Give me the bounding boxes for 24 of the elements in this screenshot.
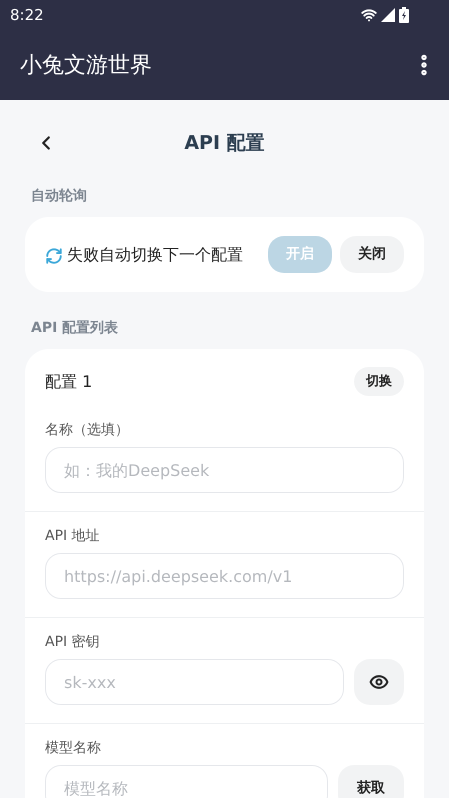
field-label: 名称（选填） [45, 421, 130, 440]
wifi-icon [361, 7, 377, 23]
section-heading: 自动轮询 [31, 187, 88, 206]
status-time: 8:22 [10, 4, 44, 26]
config-name: 配置 1 [45, 370, 92, 392]
text-field[interactable]: 如：我的DeepSeek [45, 447, 404, 493]
switch-button[interactable]: 切换 [354, 367, 404, 396]
section-heading: API 配置列表 [31, 319, 120, 338]
refresh-icon [45, 247, 63, 265]
app-title: 小兔文游世界 [20, 52, 152, 80]
eye-icon [369, 672, 389, 692]
text-field[interactable]: sk-xxx [45, 659, 344, 705]
signal-icon [381, 8, 395, 22]
field-label: 模型名称 [45, 739, 102, 758]
field-label: API 密钥 [45, 633, 101, 652]
fetch-button[interactable]: 获取 [338, 765, 404, 798]
text-field[interactable]: 模型名称 [45, 765, 328, 798]
battery-icon [399, 7, 409, 23]
auto-switch-label: 失败自动切换下一个配置 [67, 244, 243, 265]
toggle-option[interactable]: 关闭 [340, 236, 404, 273]
field-label: API 地址 [45, 527, 101, 546]
page-title: API 配置 [184, 130, 265, 156]
text-field[interactable]: https://api.deepseek.com/v1 [45, 553, 404, 599]
show-password-button[interactable] [354, 659, 404, 705]
